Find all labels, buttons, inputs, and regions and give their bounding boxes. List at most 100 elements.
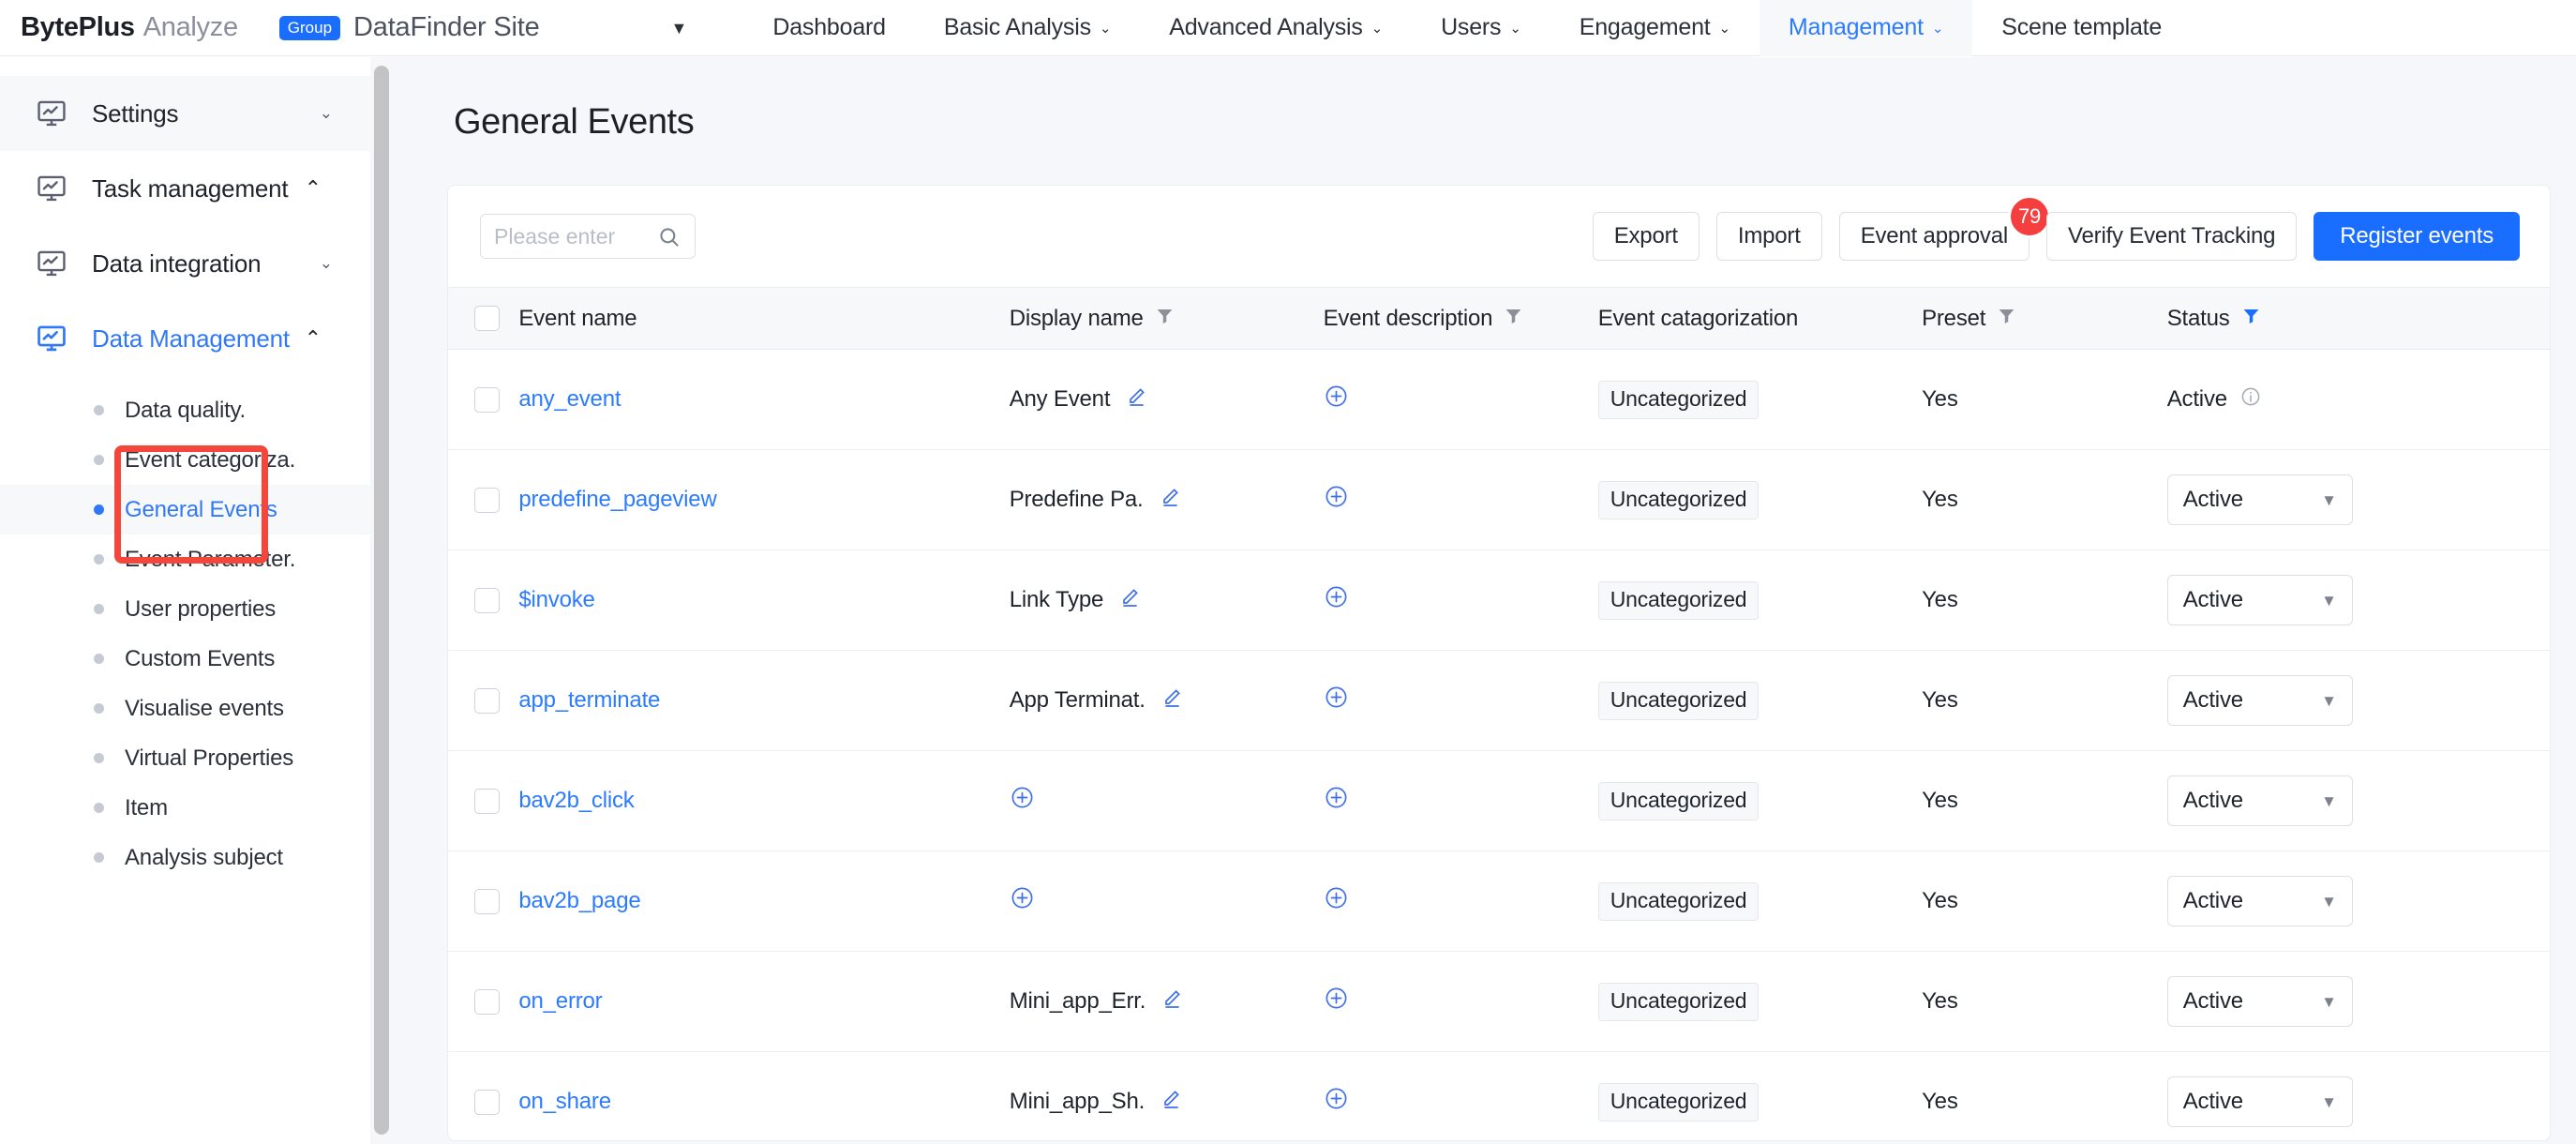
row-checkbox[interactable] bbox=[474, 988, 500, 1015]
sidebar-scrollbar-thumb[interactable] bbox=[374, 66, 389, 1135]
sidebar-subitem-virtual-properties[interactable]: Virtual Properties bbox=[0, 733, 374, 783]
row-checkbox[interactable] bbox=[474, 788, 500, 814]
event-name-link[interactable]: any_event bbox=[518, 386, 621, 412]
sidebar-subitem-general-events[interactable]: General Events bbox=[0, 485, 374, 534]
chevron-down-icon: ⌄ bbox=[1509, 21, 1521, 37]
sidebar-item-task-management[interactable]: Task management ⌃ bbox=[0, 151, 374, 226]
chevron-down-icon[interactable]: ⌄ bbox=[320, 104, 333, 123]
table-row[interactable]: on_share Mini_app_Sh. Uncategorized Yes … bbox=[448, 1051, 2550, 1140]
table-row[interactable]: bav2b_click Uncategorized Yes Active ▼ bbox=[448, 750, 2550, 851]
table-row[interactable]: app_terminate App Terminat. Uncategorize… bbox=[448, 650, 2550, 751]
row-checkbox[interactable] bbox=[474, 587, 500, 613]
preset-value: Yes bbox=[1922, 888, 1958, 913]
sidebar-subitem-event-categorization[interactable]: Event categoriza. bbox=[0, 435, 374, 485]
status-select[interactable]: Active ▼ bbox=[2166, 876, 2353, 926]
pencil-icon[interactable] bbox=[1118, 586, 1141, 615]
sidebar-subitem-analysis-subject[interactable]: Analysis subject bbox=[0, 833, 374, 882]
event-name-link[interactable]: $invoke bbox=[518, 587, 595, 612]
export-button[interactable]: Export bbox=[1592, 212, 1700, 261]
category-tag: Uncategorized bbox=[1597, 982, 1760, 1021]
row-checkbox[interactable] bbox=[474, 487, 500, 513]
plus-circle-icon[interactable] bbox=[1324, 785, 1349, 817]
search-input[interactable] bbox=[494, 223, 681, 249]
status-select[interactable]: Active ▼ bbox=[2166, 474, 2353, 525]
site-selector-chevron-down-icon[interactable]: ▼ bbox=[671, 20, 688, 37]
table-row[interactable]: $invoke Link Type Uncategorized Yes Acti… bbox=[448, 549, 2550, 651]
cell-status: Active ▼ bbox=[2166, 850, 2550, 952]
table-row[interactable]: bav2b_page Uncategorized Yes Active ▼ bbox=[448, 850, 2550, 952]
status-select[interactable]: Active ▼ bbox=[2166, 575, 2353, 625]
plus-circle-icon[interactable] bbox=[1324, 685, 1349, 716]
sidebar-subitem-data-quality[interactable]: Data quality. bbox=[0, 385, 374, 435]
nav-item-dashboard[interactable]: Dashboard bbox=[743, 0, 915, 56]
cell-event-categorization: Uncategorized bbox=[1597, 951, 1923, 1052]
cell-status: Active ▼ bbox=[2166, 449, 2550, 550]
import-button[interactable]: Import bbox=[1715, 212, 1822, 261]
plus-circle-icon[interactable] bbox=[1010, 785, 1035, 817]
filter-icon[interactable] bbox=[1504, 306, 1523, 332]
nav-item-management[interactable]: Management ⌄ bbox=[1759, 0, 1973, 56]
pencil-icon[interactable] bbox=[1160, 1088, 1182, 1117]
site-selector-label[interactable]: DataFinder Site bbox=[353, 12, 540, 43]
info-circle-icon[interactable] bbox=[2239, 385, 2262, 414]
sidebar-item-data-integration[interactable]: Data integration ⌄ bbox=[0, 226, 374, 301]
table-row[interactable]: on_error Mini_app_Err. Uncategorized Yes… bbox=[448, 951, 2550, 1052]
status-select[interactable]: Active ▼ bbox=[2166, 1076, 2353, 1127]
sidebar-subitem-custom-events[interactable]: Custom Events bbox=[0, 634, 374, 684]
table-row[interactable]: predefine_pageview Predefine Pa. Uncateg… bbox=[448, 449, 2550, 550]
event-approval-button[interactable]: Event approval 79 bbox=[1838, 195, 2052, 261]
row-checkbox[interactable] bbox=[474, 386, 500, 413]
event-name-link[interactable]: on_share bbox=[518, 1089, 611, 1114]
pencil-icon[interactable] bbox=[1125, 385, 1147, 414]
filter-icon-active[interactable] bbox=[2241, 306, 2261, 332]
sidebar-subitem-user-properties[interactable]: User properties bbox=[0, 584, 374, 634]
pencil-icon[interactable] bbox=[1161, 686, 1183, 715]
filter-icon[interactable] bbox=[1997, 306, 2016, 332]
row-checkbox[interactable] bbox=[474, 1089, 500, 1115]
status-select[interactable]: Active ▼ bbox=[2166, 976, 2353, 1027]
event-name-link[interactable]: bav2b_click bbox=[518, 788, 634, 813]
sidebar-subitem-visualise-events[interactable]: Visualise events bbox=[0, 684, 374, 733]
cell-display-name: Link Type bbox=[1009, 549, 1324, 651]
search-icon[interactable] bbox=[657, 225, 681, 254]
nav-item-engagement[interactable]: Engagement ⌄ bbox=[1550, 0, 1760, 56]
search-box[interactable] bbox=[480, 214, 696, 259]
plus-circle-icon[interactable] bbox=[1324, 584, 1349, 616]
app-logo[interactable]: BytePlus Analyze bbox=[21, 12, 238, 43]
row-checkbox[interactable] bbox=[474, 888, 500, 914]
sidebar-item-settings[interactable]: Settings ⌄ bbox=[0, 76, 374, 151]
sidebar-subitem-item[interactable]: Item bbox=[0, 783, 374, 833]
select-all-checkbox[interactable] bbox=[474, 306, 500, 331]
chevron-down-icon[interactable]: ⌄ bbox=[320, 254, 333, 273]
nav-item-basic-analysis[interactable]: Basic Analysis ⌄ bbox=[915, 0, 1140, 56]
status-text: Active bbox=[2166, 386, 2227, 412]
pencil-icon[interactable] bbox=[1159, 486, 1181, 515]
event-name-link[interactable]: app_terminate bbox=[518, 687, 660, 713]
row-checkbox[interactable] bbox=[474, 687, 500, 714]
nav-item-advanced-analysis[interactable]: Advanced Analysis ⌄ bbox=[1140, 0, 1412, 56]
event-name-link[interactable]: predefine_pageview bbox=[518, 487, 716, 512]
status-select[interactable]: Active ▼ bbox=[2166, 675, 2353, 726]
register-events-button[interactable]: Register events bbox=[2314, 212, 2520, 261]
chevron-up-icon[interactable]: ⌃ bbox=[305, 176, 322, 201]
status-select[interactable]: Active ▼ bbox=[2166, 775, 2353, 826]
cell-preset: Yes bbox=[1922, 951, 2167, 1052]
plus-circle-icon[interactable] bbox=[1010, 885, 1035, 917]
status-select-value: Active bbox=[2182, 888, 2243, 913]
plus-circle-icon[interactable] bbox=[1324, 986, 1349, 1017]
verify-event-tracking-button[interactable]: Verify Event Tracking bbox=[2046, 212, 2298, 261]
plus-circle-icon[interactable] bbox=[1324, 1086, 1349, 1118]
sidebar-subitem-event-parameter[interactable]: Event Parameter. bbox=[0, 534, 374, 584]
sidebar-item-data-management[interactable]: Data Management ⌃ bbox=[0, 301, 374, 376]
plus-circle-icon[interactable] bbox=[1324, 885, 1349, 917]
table-row[interactable]: any_event Any Event Uncategorized Yes Ac… bbox=[448, 349, 2550, 450]
nav-item-users[interactable]: Users ⌄ bbox=[1412, 0, 1550, 56]
event-name-link[interactable]: on_error bbox=[518, 988, 602, 1014]
plus-circle-icon[interactable] bbox=[1324, 484, 1349, 516]
plus-circle-icon[interactable] bbox=[1324, 384, 1349, 415]
event-name-link[interactable]: bav2b_page bbox=[518, 888, 640, 913]
chevron-up-icon[interactable]: ⌃ bbox=[305, 326, 322, 351]
filter-icon[interactable] bbox=[1155, 306, 1175, 332]
pencil-icon[interactable] bbox=[1161, 987, 1183, 1016]
nav-item-scene-template[interactable]: Scene template bbox=[1972, 0, 2191, 56]
